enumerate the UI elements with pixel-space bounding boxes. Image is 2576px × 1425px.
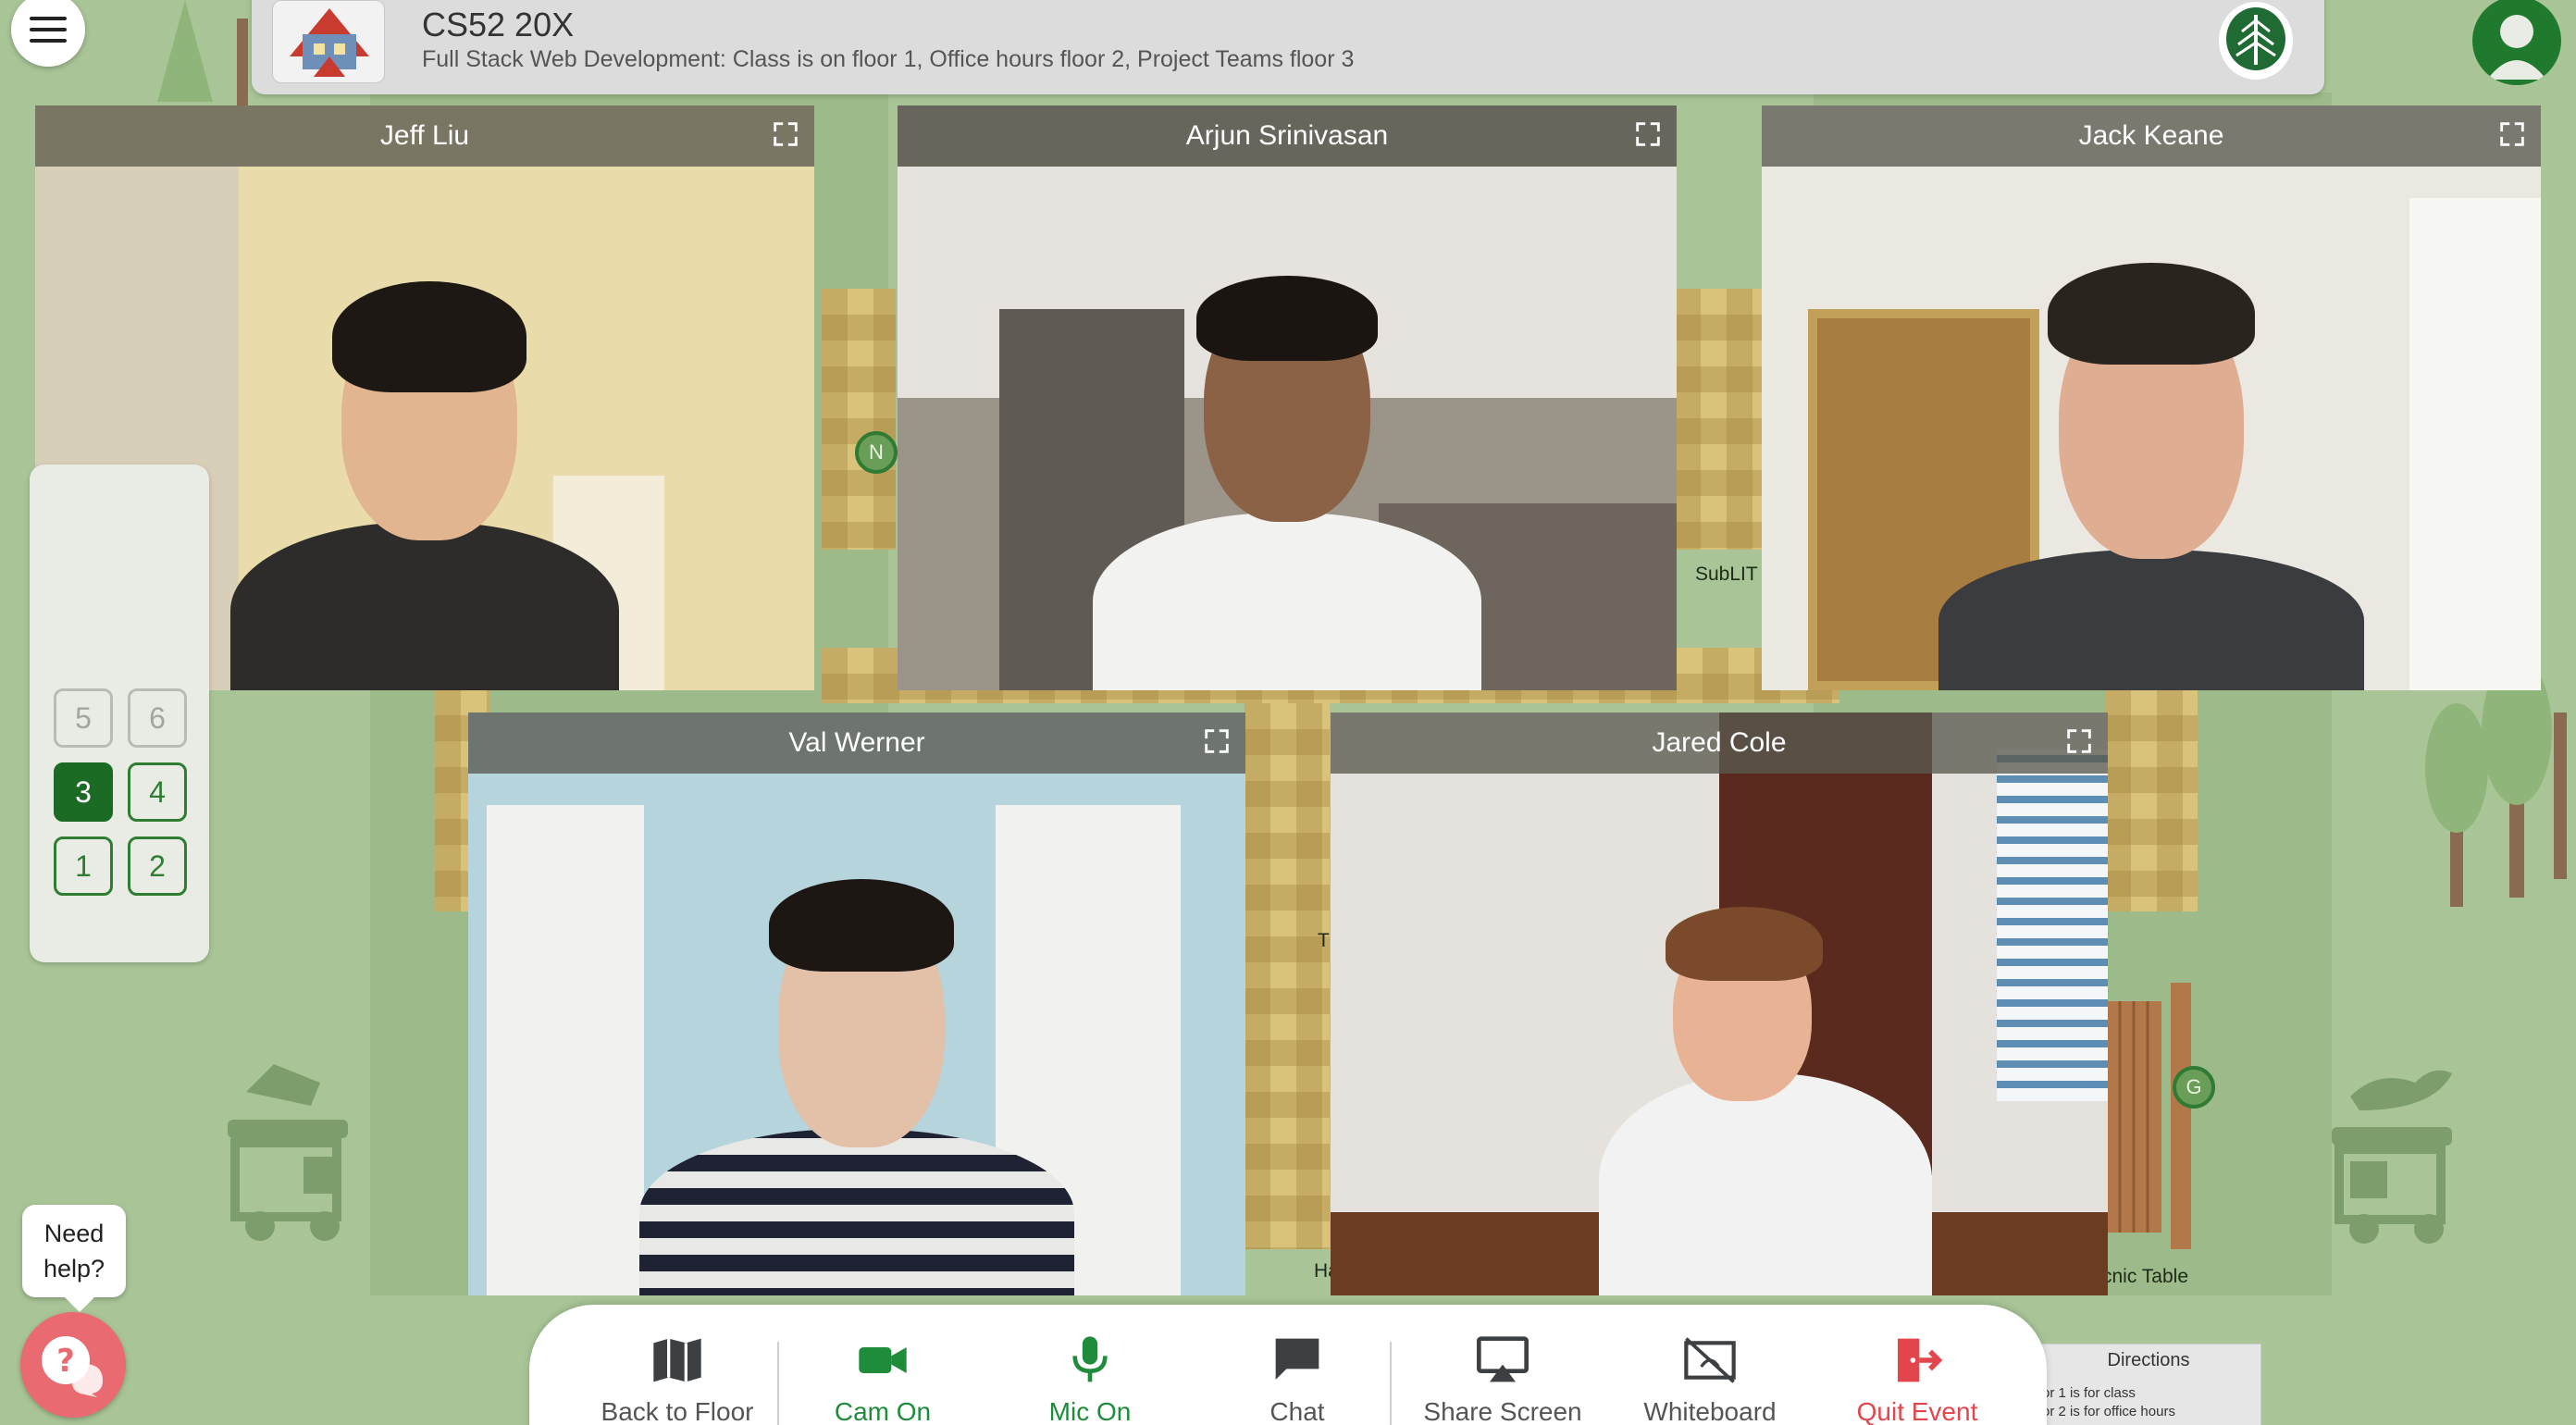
floor-label: 1 xyxy=(75,849,92,883)
event-description: Full Stack Web Development: Class is on … xyxy=(422,46,1355,72)
map-icon xyxy=(653,1338,701,1382)
directions-line: or 1 is for class xyxy=(2042,1385,2136,1401)
event-logo-icon xyxy=(290,8,369,77)
chat-button[interactable]: Chat xyxy=(1195,1336,1399,1425)
video-tile[interactable]: Jared Cole xyxy=(1331,712,2108,1295)
whiteboard-button[interactable]: Whiteboard xyxy=(1608,1336,1812,1425)
picnic-blanket xyxy=(1675,289,1767,550)
participant-video xyxy=(1938,244,2364,690)
help-text: Need xyxy=(43,1220,105,1247)
video-tile[interactable]: Val Werner xyxy=(468,712,1245,1295)
share-screen-button[interactable]: Share Screen xyxy=(1401,1336,1604,1425)
quit-event-button[interactable]: Quit Event xyxy=(1815,1336,2019,1425)
room-window xyxy=(1997,750,2108,1101)
event-logo xyxy=(272,0,385,83)
participant-name-bar: Jack Keane xyxy=(1762,105,2541,167)
picnic-blanket xyxy=(822,289,896,550)
participant-video xyxy=(639,842,1074,1295)
user-pin-initial: N xyxy=(869,440,884,464)
hamburger-icon xyxy=(30,17,67,43)
tool-label: Chat xyxy=(1269,1397,1325,1425)
help-chat-icon: ? xyxy=(42,1336,103,1397)
event-header: CS52 20X Full Stack Web Development: Cla… xyxy=(252,0,2324,94)
fullscreen-icon[interactable] xyxy=(2496,118,2528,150)
participant-video xyxy=(1084,263,1491,690)
event-title: CS52 20X xyxy=(422,6,575,43)
tree-icon xyxy=(2425,666,2567,907)
user-pin-g[interactable]: G xyxy=(2173,1066,2215,1109)
participant-name-bar: Val Werner xyxy=(468,712,1245,774)
camera-icon xyxy=(859,1347,907,1373)
map-label-picnic-table: cnic Table xyxy=(2102,1266,2189,1287)
user-pin-n[interactable]: N xyxy=(855,431,898,474)
participant-name: Arjun Srinivasan xyxy=(1185,120,1389,151)
room-door xyxy=(487,805,644,1295)
tool-label: Mic On xyxy=(1048,1397,1132,1425)
picnic-blanket xyxy=(1245,703,1330,1249)
fullscreen-icon[interactable] xyxy=(2063,725,2095,757)
video-tile[interactable]: Arjun Srinivasan xyxy=(898,105,1677,690)
elevator-panel: 5 6 3 4 1 2 xyxy=(30,465,209,962)
floor-label: 4 xyxy=(149,774,166,809)
mic-toggle-button[interactable]: Mic On xyxy=(988,1336,1192,1425)
video-tile[interactable]: Jack Keane xyxy=(1762,105,2541,690)
toolbar-divider xyxy=(777,1342,779,1425)
floor-label: 5 xyxy=(75,700,92,735)
participant-name: Jack Keane xyxy=(2078,120,2224,151)
exit-door-icon xyxy=(1898,1338,1943,1382)
tool-label: Cam On xyxy=(834,1397,932,1425)
floor-button-1[interactable]: 1 xyxy=(54,836,113,896)
room-window xyxy=(2409,198,2541,690)
food-truck-icon xyxy=(2332,1070,2452,1244)
tool-label: Back to Floor xyxy=(601,1397,754,1425)
floor-button-3[interactable]: 3 xyxy=(54,762,113,822)
map-label-fragment: T xyxy=(1318,930,1330,951)
floor-label: 3 xyxy=(75,774,92,809)
floor-button-6[interactable]: 6 xyxy=(128,688,187,748)
participant-name-bar: Jeff Liu xyxy=(35,105,814,167)
help-text: help? xyxy=(43,1255,105,1282)
directions-line: or 2 is for office hours xyxy=(2042,1404,2175,1419)
participant-video xyxy=(1580,888,1951,1295)
directions-title: Directions xyxy=(2107,1350,2190,1370)
floor-label: 2 xyxy=(149,849,166,883)
tool-label: Quit Event xyxy=(1856,1397,1978,1425)
svg-text:?: ? xyxy=(56,1343,75,1380)
tool-label: Whiteboard xyxy=(1643,1397,1777,1425)
profile-button[interactable] xyxy=(2472,0,2561,85)
floor-button-4[interactable]: 4 xyxy=(128,762,187,822)
participant-name: Jeff Liu xyxy=(379,120,470,151)
participant-name: Val Werner xyxy=(788,727,925,758)
participant-name-bar: Arjun Srinivasan xyxy=(898,105,1677,167)
participant-video xyxy=(230,244,619,690)
directions-panel: Directions or 1 is for class or 2 is for… xyxy=(2036,1344,2261,1425)
picnic-blanket xyxy=(2105,689,2198,911)
picnic-table-icon xyxy=(2106,983,2191,1249)
tool-label: Share Screen xyxy=(1423,1397,1582,1425)
microphone-icon xyxy=(1072,1336,1108,1382)
help-button[interactable]: ? xyxy=(20,1312,126,1418)
college-logo xyxy=(2219,2,2293,80)
chat-icon xyxy=(1275,1338,1319,1380)
user-avatar-icon xyxy=(2487,15,2546,80)
food-truck-icon xyxy=(228,1064,348,1241)
participant-name: Jared Cole xyxy=(1652,727,1787,758)
fullscreen-icon[interactable] xyxy=(770,118,801,150)
screen-share-icon xyxy=(1477,1336,1529,1382)
floor-label: 6 xyxy=(149,700,166,735)
cam-toggle-button[interactable]: Cam On xyxy=(781,1336,985,1425)
pine-tree-icon xyxy=(2226,7,2285,70)
map-label-sublit: SubLIT xyxy=(1695,564,1758,585)
floor-button-2[interactable]: 2 xyxy=(128,836,187,896)
back-to-floor-button[interactable]: Back to Floor xyxy=(576,1336,779,1425)
user-pin-initial: G xyxy=(2186,1075,2202,1098)
fullscreen-icon[interactable] xyxy=(1201,725,1232,757)
toolbar-divider xyxy=(1390,1342,1392,1425)
bottom-toolbar: Back to Floor Cam On Mic On Chat Share S… xyxy=(529,1305,2047,1425)
fullscreen-icon[interactable] xyxy=(1632,118,1664,150)
help-tooltip: Need help? xyxy=(22,1205,126,1312)
floor-button-5[interactable]: 5 xyxy=(54,688,113,748)
whiteboard-icon xyxy=(1684,1337,1736,1383)
participant-name-bar: Jared Cole xyxy=(1331,712,2108,774)
